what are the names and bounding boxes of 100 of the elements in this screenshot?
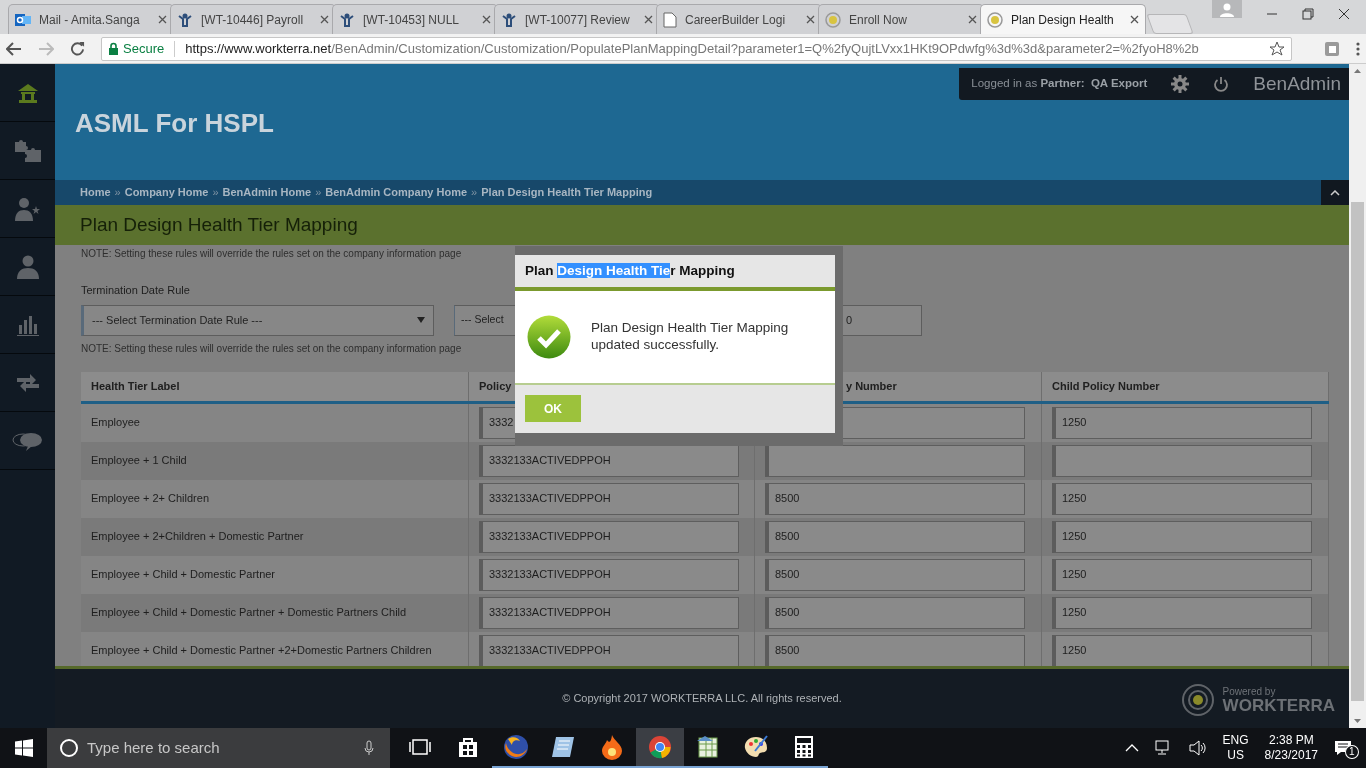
- home-icon[interactable]: [16, 82, 39, 103]
- input-field[interactable]: 8500: [765, 558, 1025, 591]
- address-bar[interactable]: Secure https://www.workterra.net/BenAdmin/Customization/Customization/PopulatePlanMappingDetail?parameter1=Q%2fyQujtLVxx1HKt9OPdwfg%3d%3d&parameter2=%2fyoH8%2b: [101, 36, 1292, 61]
- bar-chart-icon[interactable]: [16, 313, 39, 336]
- back-arrow-icon[interactable]: [6, 41, 22, 56]
- input-field[interactable]: 1250: [1052, 558, 1312, 591]
- settings-icon[interactable]: [1171, 75, 1190, 93]
- breadcrumb-separator: »: [471, 185, 478, 201]
- input-field[interactable]: 8500: [765, 596, 1025, 629]
- breadcrumb-separator: »: [315, 185, 322, 201]
- extension-icon[interactable]: [1324, 40, 1340, 57]
- app-name: BenAdmin: [1253, 71, 1341, 96]
- input-field[interactable]: 3332133ACTIVEDPPOH: [479, 482, 739, 515]
- close-icon[interactable]: [968, 15, 977, 24]
- microphone-icon[interactable]: [364, 740, 374, 756]
- checkmark-icon: [527, 315, 571, 359]
- browser-tab[interactable]: Plan Design Health: [980, 4, 1146, 34]
- input-field[interactable]: 3332133ACTIVEDPPOH: [479, 634, 739, 666]
- breadcrumb-link[interactable]: Company Home: [124, 184, 209, 201]
- chrome-taskbar-button[interactable]: [636, 728, 684, 768]
- caret-down-icon: [417, 317, 425, 323]
- input-field[interactable]: 8500: [765, 520, 1025, 553]
- collapse-button[interactable]: [1321, 180, 1349, 205]
- clock-date[interactable]: 8/23/2017: [1264, 748, 1318, 763]
- table-cell-text: Employee + 2+Children + Domestic Partner: [91, 529, 304, 545]
- input-field[interactable]: 1250: [1052, 634, 1312, 666]
- column-header: Child Policy Number: [1052, 378, 1160, 394]
- close-icon[interactable]: [806, 15, 815, 24]
- input-field[interactable]: 1250: [1052, 520, 1312, 553]
- field-label: Termination Date Rule: [81, 284, 190, 296]
- puzzle-icon[interactable]: [13, 138, 42, 163]
- select-field[interactable]: --- Select Termination Date Rule ---: [81, 304, 434, 336]
- palette-icon: [743, 735, 769, 759]
- url-path: /BenAdmin/Customization/Customization/PopulatePlanMappingDetail?parameter1=Q%2fyQujtLVxx1HKt9OPdwfg%3d%3d&parameter2=%2fyoH8%2b: [331, 39, 1199, 58]
- circle-icon: [59, 738, 79, 758]
- input-field[interactable]: 3332133ACTIVEDPPOH: [479, 558, 739, 591]
- region-text[interactable]: US: [1222, 748, 1249, 763]
- breadcrumb-link[interactable]: BenAdmin Company Home: [325, 184, 468, 201]
- close-icon[interactable]: [644, 15, 653, 24]
- bug-icon: [501, 11, 517, 28]
- close-icon[interactable]: [320, 15, 329, 24]
- search-field[interactable]: Type here to search: [47, 728, 390, 768]
- breadcrumb-link[interactable]: Home: [80, 184, 111, 201]
- input-field[interactable]: 3332133ACTIVEDPPOH: [479, 596, 739, 629]
- shopping-bag-icon: [457, 736, 479, 758]
- bug-icon: [339, 11, 355, 28]
- powered-by-text: Powered by: [1222, 686, 1277, 697]
- table-cell-text: Employee + Child + Domestic Partner: [91, 567, 276, 583]
- volume-icon[interactable]: [1188, 740, 1207, 756]
- bookmark-star-icon[interactable]: [1269, 40, 1285, 57]
- brand-name: WORKTERRA: [1222, 696, 1335, 714]
- column-header: y Number: [846, 378, 897, 394]
- input-field[interactable]: 1250: [1052, 482, 1312, 515]
- restore-icon[interactable]: [1302, 8, 1314, 20]
- reload-icon[interactable]: [70, 41, 85, 56]
- input-field[interactable]: 1250: [1052, 406, 1312, 439]
- note-text: NOTE: Setting these rules will override the rules set on the company information page: [81, 342, 462, 354]
- close-icon[interactable]: [1130, 15, 1139, 24]
- table-cell-text: Employee + 2+ Children: [91, 491, 209, 507]
- fox-globe-icon: [503, 734, 529, 760]
- scrollbar-thumb[interactable]: [1351, 202, 1364, 701]
- url-host: https://www.workterra.net: [185, 39, 332, 58]
- person-star-icon[interactable]: [14, 196, 41, 221]
- swap-arrows-icon[interactable]: [15, 372, 40, 393]
- dialog-title: Plan Design Health Tier Mapping: [525, 261, 735, 280]
- lock-icon: [108, 42, 119, 55]
- input-field[interactable]: 1250: [1052, 596, 1312, 629]
- table-cell-text: Employee: [91, 415, 140, 431]
- target-icon: [825, 11, 841, 28]
- input-field[interactable]: 3332133ACTIVEDPPOH: [479, 520, 739, 553]
- clock-time[interactable]: 2:38 PM: [1264, 733, 1318, 748]
- page-icon: [663, 11, 677, 28]
- breadcrumb-separator: »: [212, 185, 219, 201]
- input-field[interactable]: 3332133ACTIVEDPPOH: [479, 444, 739, 477]
- dialog-message: Plan Design Health Tier Mapping updated successfully.: [590, 320, 790, 354]
- input-field[interactable]: [765, 444, 1025, 477]
- note-text: NOTE: Setting these rules will override the rules set on the company information page: [81, 248, 462, 259]
- input-field[interactable]: 8500: [765, 634, 1025, 666]
- person-icon[interactable]: [16, 254, 39, 279]
- close-icon[interactable]: [1338, 8, 1350, 20]
- flame-icon: [601, 734, 623, 760]
- spreadsheet-icon: [696, 735, 720, 759]
- page-title: Plan Design Health Tier Mapping: [80, 212, 358, 237]
- power-icon[interactable]: [1213, 76, 1230, 92]
- logo-icon: [1180, 683, 1215, 717]
- breadcrumb-link[interactable]: BenAdmin Home: [222, 184, 312, 201]
- language-text[interactable]: ENG: [1222, 733, 1249, 748]
- input-field[interactable]: 8500: [765, 482, 1025, 515]
- windows-start-icon[interactable]: [15, 739, 33, 757]
- column-header: Policy: [479, 378, 512, 394]
- target-icon: [987, 11, 1003, 28]
- chevron-up-icon[interactable]: [1124, 743, 1139, 753]
- menu-icon[interactable]: [1356, 40, 1360, 57]
- mail-icon: [15, 11, 31, 28]
- input-field[interactable]: [1052, 444, 1312, 477]
- company-name: ASML For HSPL: [74, 107, 274, 140]
- table-cell-text: Employee + Child + Domestic Partner +2+Domestic Partners Children: [91, 643, 432, 659]
- close-icon[interactable]: [482, 15, 491, 24]
- calculator-icon: [794, 735, 814, 759]
- close-icon[interactable]: [158, 15, 167, 24]
